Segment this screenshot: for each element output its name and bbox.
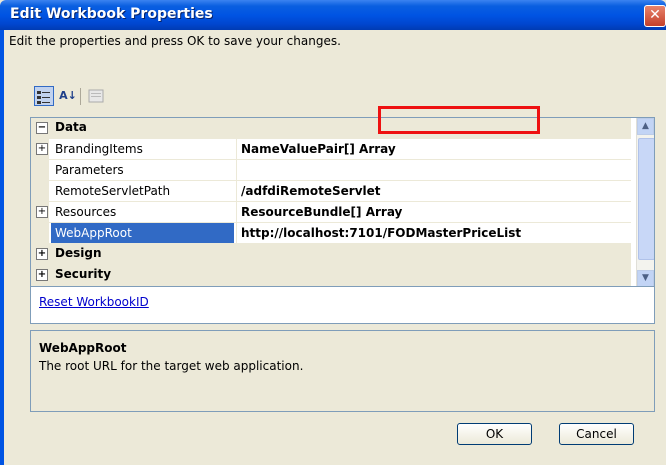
expand-icon[interactable]: +	[36, 269, 48, 281]
scroll-thumb[interactable]	[638, 138, 654, 260]
dialog-title: Edit Workbook Properties	[10, 6, 213, 22]
scroll-down-icon[interactable]: ▼	[637, 270, 654, 287]
category-security[interactable]: + Security	[31, 265, 631, 286]
scroll-up-icon[interactable]: ▲	[637, 118, 654, 135]
commands-panel: Reset WorkbookID	[30, 286, 655, 324]
ok-button[interactable]: OK	[457, 423, 532, 445]
toolbar-separator	[80, 88, 81, 105]
category-label: Security	[55, 267, 112, 281]
property-row-resources[interactable]: + Resources ResourceBundle[] Array	[31, 202, 631, 223]
cancel-button[interactable]: Cancel	[559, 423, 634, 445]
categorized-button[interactable]	[34, 86, 54, 106]
property-value[interactable]: NameValuePair[] Array	[241, 142, 396, 156]
edit-workbook-properties-dialog: Edit Workbook Properties ✕ Edit the prop…	[0, 0, 666, 465]
alphabetical-icon: A↓	[59, 89, 77, 102]
help-description: The root URL for the target web applicat…	[39, 359, 304, 373]
expand-icon[interactable]: +	[36, 143, 48, 155]
title-bar[interactable]: Edit Workbook Properties ✕	[0, 0, 666, 30]
column-divider[interactable]	[236, 160, 237, 180]
property-name: WebAppRoot	[55, 226, 132, 240]
categorized-icon	[37, 91, 50, 104]
property-name: RemoteServletPath	[55, 184, 171, 198]
property-row-brandingitems[interactable]: + BrandingItems NameValuePair[] Array	[31, 139, 631, 160]
row-gutter	[31, 223, 49, 243]
vertical-scrollbar[interactable]: ▲ ▼	[636, 118, 654, 287]
selected-property-highlight: WebAppRoot	[51, 223, 234, 243]
property-row-parameters[interactable]: Parameters	[31, 160, 631, 181]
column-divider[interactable]	[236, 139, 237, 159]
description-panel: WebAppRoot The root URL for the target w…	[30, 330, 655, 412]
collapse-icon[interactable]: −	[36, 122, 48, 134]
property-name: BrandingItems	[55, 142, 143, 156]
category-design[interactable]: + Design	[31, 244, 631, 265]
dialog-description: Edit the properties and press OK to save…	[9, 34, 341, 48]
column-divider[interactable]	[236, 202, 237, 222]
expand-icon[interactable]: +	[36, 248, 48, 260]
help-title: WebAppRoot	[39, 341, 127, 355]
property-value[interactable]: ResourceBundle[] Array	[241, 205, 402, 219]
property-pages-icon	[88, 89, 104, 103]
property-name: Resources	[55, 205, 117, 219]
alphabetical-button[interactable]: A↓	[58, 86, 78, 106]
property-value[interactable]: /adfdiRemoteServlet	[241, 184, 381, 198]
column-divider[interactable]	[236, 181, 237, 201]
column-divider[interactable]	[236, 223, 237, 243]
category-data[interactable]: − Data	[31, 118, 631, 139]
property-pages-button[interactable]	[86, 86, 106, 106]
property-value[interactable]: http://localhost:7101/FODMasterPriceList	[241, 226, 521, 240]
property-grid[interactable]: − Data + BrandingItems NameValuePair[] A…	[30, 117, 655, 288]
property-row-webapproot[interactable]: WebAppRoot http://localhost:7101/FODMast…	[31, 223, 631, 244]
row-gutter	[31, 160, 49, 180]
category-label: Data	[55, 120, 87, 134]
row-gutter	[31, 181, 49, 201]
category-label: Design	[55, 246, 102, 260]
reset-workbookid-link[interactable]: Reset WorkbookID	[39, 295, 149, 309]
close-button[interactable]: ✕	[644, 5, 666, 27]
property-row-remoteservletpath[interactable]: RemoteServletPath /adfdiRemoteServlet	[31, 181, 631, 202]
property-name: Parameters	[55, 163, 124, 177]
expand-icon[interactable]: +	[36, 206, 48, 218]
